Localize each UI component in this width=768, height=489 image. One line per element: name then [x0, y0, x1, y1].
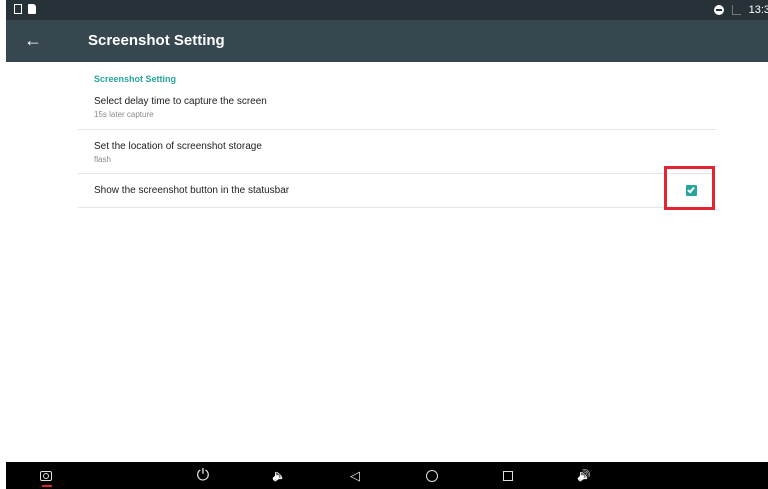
settings-list: Screenshot Setting Select delay time to … [6, 62, 768, 462]
pref-title: Set the location of screenshot storage [94, 141, 262, 152]
status-bar: 13:3 [6, 0, 768, 20]
home-circle-icon[interactable] [422, 466, 442, 486]
screen: 13:3 ← Screenshot Setting Screenshot Set… [0, 0, 768, 489]
highlight-box [664, 166, 715, 210]
pref-delay-time[interactable]: Select delay time to capture the screen … [78, 88, 716, 130]
pref-summary: 15s later capture [94, 110, 154, 119]
pref-title: Show the screenshot button in the status… [94, 185, 290, 196]
picture-icon [14, 4, 22, 14]
arrow-back-icon[interactable]: ← [24, 30, 44, 50]
recents-square-icon[interactable] [498, 466, 518, 486]
page-title: Screenshot Setting [88, 32, 225, 49]
volume-down-icon[interactable]: 🔈 [269, 466, 289, 486]
pref-summary: flash [94, 155, 111, 164]
do-not-disturb-icon [713, 5, 724, 15]
navigation-bar: ⏻ 🔈 ◁ 🔊 [6, 462, 768, 489]
sd-card-icon [28, 4, 36, 14]
volume-up-icon[interactable]: 🔊 [574, 466, 594, 486]
back-triangle-icon[interactable]: ◁ [345, 466, 365, 486]
status-right-icons: 13:3 [713, 4, 768, 16]
status-left-icons [14, 4, 36, 14]
screenshot-icon[interactable] [36, 466, 56, 486]
pref-statusbar-button[interactable]: Show the screenshot button in the status… [78, 174, 716, 208]
app-bar: ← Screenshot Setting [6, 20, 768, 62]
section-header: Screenshot Setting [94, 74, 177, 84]
screenshot-indicator [42, 485, 52, 487]
signal-icon [731, 5, 741, 15]
pref-storage-location[interactable]: Set the location of screenshot storage f… [78, 130, 716, 174]
status-time: 13:3 [748, 4, 768, 16]
power-icon[interactable]: ⏻ [193, 466, 213, 486]
pref-title: Select delay time to capture the screen [94, 96, 267, 107]
